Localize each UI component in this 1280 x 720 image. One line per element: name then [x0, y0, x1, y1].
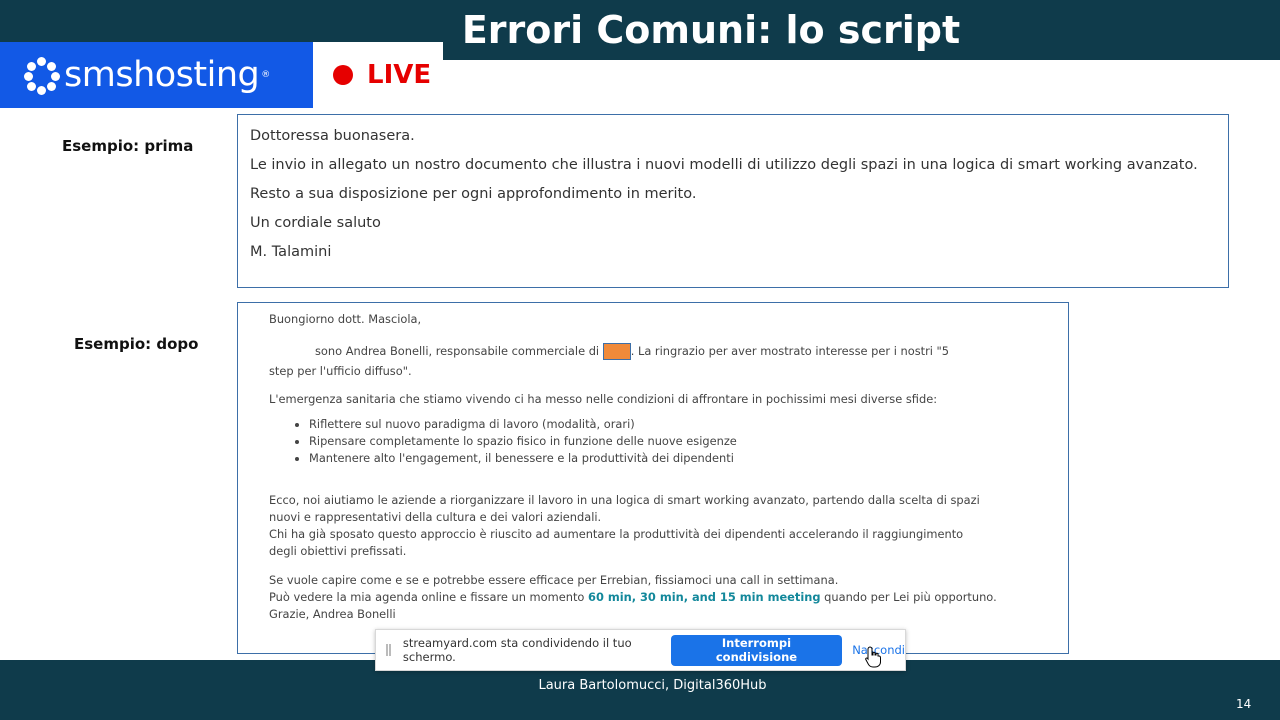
brand-registered-mark: ® [261, 70, 271, 80]
red-dot-icon [333, 65, 353, 85]
live-badge: LIVE [313, 42, 443, 108]
cta-text: Può vedere la mia agenda online e fissar… [269, 590, 589, 604]
flower-dots-icon [24, 57, 60, 95]
footer-author: Laura Bartolomucci, Digital360Hub [538, 678, 767, 693]
stop-sharing-button[interactable]: Interrompi condivisione [670, 634, 843, 666]
list-item: Mantenere alto l'engagement, il benesser… [309, 450, 1068, 467]
challenges-list: Riflettere sul nuovo paradigma di lavoro… [309, 416, 1068, 467]
share-message: streamyard.com sta condividendo il tuo s… [402, 636, 632, 664]
email-before-box: Dottoressa buonasera. Le invio in allega… [237, 114, 1229, 288]
hand-cursor-icon [865, 646, 881, 668]
label-after: Esempio: dopo [74, 335, 199, 353]
email-after-cta: Se vuole capire come e se e potrebbe ess… [269, 573, 839, 587]
email-after-cta: Può vedere la mia agenda online e fissar… [269, 589, 1068, 606]
brand-logo: smshosting ® [0, 42, 313, 108]
live-label: LIVE [367, 60, 432, 90]
redacted-company-box [602, 343, 631, 360]
label-before: Esempio: prima [62, 137, 194, 155]
email-before-line: Dottoressa buonasera. [250, 128, 415, 144]
email-before-line: Resto a sua disposizione per ogni approf… [250, 186, 697, 202]
email-after-greeting: Buongiorno dott. Masciola, [269, 312, 422, 326]
email-after-intro-cont: step per l'ufficio diffuso". [269, 364, 412, 378]
email-before-line: M. Talamini [250, 244, 332, 260]
intro-text: sono Andrea Bonelli, responsabile commer… [315, 344, 600, 358]
brand-name: smshosting [64, 55, 260, 95]
email-after-signoff: Grazie, Andrea Bonelli [269, 607, 396, 621]
meeting-link[interactable]: 60 min, 30 min, and 15 min meeting [588, 590, 821, 604]
drag-handle-icon[interactable] [386, 644, 391, 656]
email-after-solution: Ecco, noi aiutiamo le aziende a riorgani… [269, 493, 980, 507]
page-number: 14 [1236, 697, 1252, 711]
email-after-proof: Chi ha già sposato questo approccio è ri… [269, 527, 964, 541]
email-before-line: Un cordiale saluto [250, 215, 381, 231]
list-item: Riflettere sul nuovo paradigma di lavoro… [309, 416, 1068, 433]
list-item: Ripensare completamente lo spazio fisico… [309, 433, 1068, 450]
email-after-intro: sono Andrea Bonelli, responsabile commer… [269, 343, 1068, 360]
cta-text: quando per Lei più opportuno. [820, 590, 997, 604]
email-after-proof: degli obiettivi prefissati. [269, 544, 407, 558]
email-after-context: L'emergenza sanitaria che stiamo vivendo… [269, 392, 938, 406]
email-after-box: Buongiorno dott. Masciola, sono Andrea B… [237, 302, 1069, 654]
screen-share-bar: streamyard.com sta condividendo il tuo s… [375, 629, 906, 671]
email-before-line: Le invio in allegato un nostro documento… [250, 157, 1198, 173]
email-after-solution: nuovi e rappresentativi della cultura e … [269, 510, 602, 524]
intro-text: . La ringrazio per aver mostrato interes… [630, 344, 950, 358]
